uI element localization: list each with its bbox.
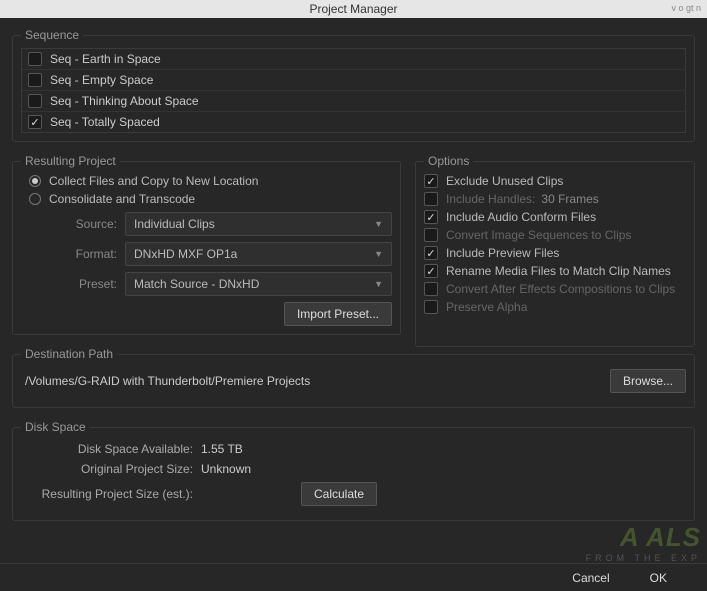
opt-preserve-alpha: Preserve Alpha: [424, 300, 686, 314]
checkbox-icon: [424, 228, 438, 242]
disk-original-label: Original Project Size:: [21, 462, 201, 476]
opt-label: Convert Image Sequences to Clips: [446, 228, 631, 242]
dropdown-value: DNxHD MXF OP1a: [134, 247, 237, 261]
sequence-row[interactable]: Seq - Empty Space: [22, 70, 685, 91]
dropdown-value: Match Source - DNxHD: [134, 277, 259, 291]
sequence-group: Sequence Seq - Earth in Space Seq - Empt…: [12, 28, 695, 142]
radio-label: Consolidate and Transcode: [49, 192, 195, 206]
preset-dropdown[interactable]: Match Source - DNxHD ▼: [125, 272, 392, 296]
sequence-label: Seq - Earth in Space: [50, 52, 161, 66]
sequence-row[interactable]: Seq - Totally Spaced: [22, 112, 685, 132]
checkbox-icon[interactable]: [28, 94, 42, 108]
format-dropdown[interactable]: DNxHD MXF OP1a ▼: [125, 242, 392, 266]
ok-button[interactable]: OK: [650, 571, 677, 585]
resulting-legend: Resulting Project: [21, 154, 120, 168]
handles-value: 30 Frames: [541, 192, 598, 206]
import-preset-button[interactable]: Import Preset...: [284, 302, 392, 326]
radio-label: Collect Files and Copy to New Location: [49, 174, 258, 188]
caret-down-icon: ▼: [374, 279, 383, 289]
sequence-label: Seq - Thinking About Space: [50, 94, 199, 108]
destination-legend: Destination Path: [21, 347, 117, 361]
checkbox-icon[interactable]: [28, 73, 42, 87]
opt-audio-conform[interactable]: Include Audio Conform Files: [424, 210, 686, 224]
checkbox-icon: [424, 300, 438, 314]
opt-label: Convert After Effects Compositions to Cl…: [446, 282, 675, 296]
calculate-button[interactable]: Calculate: [301, 482, 377, 506]
disk-legend: Disk Space: [21, 420, 90, 434]
opt-rename-media[interactable]: Rename Media Files to Match Clip Names: [424, 264, 686, 278]
dropdown-value: Individual Clips: [134, 217, 215, 231]
caret-down-icon: ▼: [374, 249, 383, 259]
browse-button[interactable]: Browse...: [610, 369, 686, 393]
checkbox-icon[interactable]: [424, 246, 438, 260]
disk-space-group: Disk Space Disk Space Available: 1.55 TB…: [12, 420, 695, 521]
opt-label: Include Handles:: [446, 192, 535, 206]
disk-available-value: 1.55 TB: [201, 442, 243, 456]
sequence-row[interactable]: Seq - Thinking About Space: [22, 91, 685, 112]
opt-label: Include Preview Files: [446, 246, 559, 260]
checkbox-icon[interactable]: [424, 264, 438, 278]
opt-exclude-unused[interactable]: Exclude Unused Clips: [424, 174, 686, 188]
cancel-button[interactable]: Cancel: [572, 571, 609, 585]
sequence-row[interactable]: Seq - Earth in Space: [22, 49, 685, 70]
checkbox-icon[interactable]: [424, 174, 438, 188]
dialog-content: Sequence Seq - Earth in Space Seq - Empt…: [0, 18, 707, 563]
disk-resulting-label: Resulting Project Size (est.):: [21, 487, 201, 501]
opt-convert-image-seq: Convert Image Sequences to Clips: [424, 228, 686, 242]
opt-label: Exclude Unused Clips: [446, 174, 563, 188]
sequence-list: Seq - Earth in Space Seq - Empty Space S…: [21, 48, 686, 133]
checkbox-icon[interactable]: [28, 115, 42, 129]
caret-down-icon: ▼: [374, 219, 383, 229]
opt-include-preview[interactable]: Include Preview Files: [424, 246, 686, 260]
opt-label: Include Audio Conform Files: [446, 210, 596, 224]
disk-available-label: Disk Space Available:: [21, 442, 201, 456]
opt-convert-ae: Convert After Effects Compositions to Cl…: [424, 282, 686, 296]
format-label: Format:: [37, 247, 117, 261]
destination-group: Destination Path /Volumes/G-RAID with Th…: [12, 347, 695, 408]
checkbox-icon[interactable]: [28, 52, 42, 66]
radio-consolidate[interactable]: Consolidate and Transcode: [29, 192, 392, 206]
preset-label: Preset:: [37, 277, 117, 291]
radio-icon[interactable]: [29, 193, 41, 205]
checkbox-icon: [424, 282, 438, 296]
resulting-project-group: Resulting Project Collect Files and Copy…: [12, 154, 401, 335]
corner-text: v o gt n: [665, 0, 707, 16]
options-legend: Options: [424, 154, 473, 168]
dialog-footer: Cancel OK: [0, 563, 707, 591]
source-label: Source:: [37, 217, 117, 231]
source-dropdown[interactable]: Individual Clips ▼: [125, 212, 392, 236]
destination-path: /Volumes/G-RAID with Thunderbolt/Premier…: [21, 374, 596, 388]
radio-icon[interactable]: [29, 175, 41, 187]
opt-include-handles: Include Handles: 30 Frames: [424, 192, 686, 206]
checkbox-icon[interactable]: [424, 210, 438, 224]
disk-original-value: Unknown: [201, 462, 251, 476]
options-group: Options Exclude Unused Clips Include Han…: [415, 154, 695, 347]
window-title: Project Manager: [309, 2, 397, 16]
sequence-label: Seq - Empty Space: [50, 73, 153, 87]
radio-collect[interactable]: Collect Files and Copy to New Location: [29, 174, 392, 188]
window-titlebar: Project Manager: [0, 0, 707, 18]
opt-label: Rename Media Files to Match Clip Names: [446, 264, 671, 278]
sequence-legend: Sequence: [21, 28, 83, 42]
opt-label: Preserve Alpha: [446, 300, 527, 314]
checkbox-icon: [424, 192, 438, 206]
sequence-label: Seq - Totally Spaced: [50, 115, 160, 129]
